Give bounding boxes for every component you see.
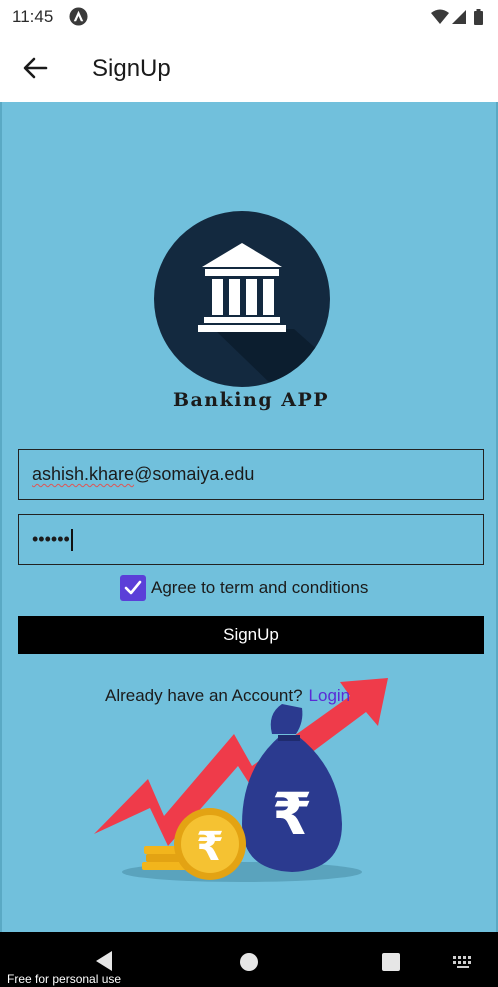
signup-content: Banking APP ashish.khare@somaiya.edu •••… xyxy=(0,102,498,932)
password-field[interactable]: •••••• xyxy=(18,514,484,565)
app-bar: SignUp xyxy=(0,34,498,103)
password-dots: •••••• xyxy=(32,529,70,549)
signal-icon xyxy=(452,10,466,24)
bank-logo-icon xyxy=(154,211,330,387)
email-value: ashish.khare@somaiya.edu xyxy=(32,464,254,485)
back-triangle-icon[interactable] xyxy=(94,950,114,972)
status-bar: 11:45 xyxy=(0,0,498,34)
svg-text:₹: ₹ xyxy=(196,824,224,870)
svg-text:₹: ₹ xyxy=(272,780,312,848)
email-value-domain: @somaiya.edu xyxy=(134,464,255,484)
status-time: 11:45 xyxy=(12,7,54,26)
keyboard-icon[interactable] xyxy=(452,955,474,969)
email-field[interactable]: ashish.khare@somaiya.edu xyxy=(18,449,484,500)
wifi-icon xyxy=(431,9,449,24)
text-caret xyxy=(70,529,73,552)
recents-square-icon[interactable] xyxy=(381,952,401,972)
checkmark-icon xyxy=(124,580,142,595)
app-notification-icon xyxy=(69,7,88,26)
home-circle-icon[interactable] xyxy=(239,952,259,972)
status-icons xyxy=(431,9,483,25)
rupee-coin-icon: ₹ xyxy=(174,808,246,880)
watermark-text: Free for personal use xyxy=(7,972,122,986)
login-link[interactable]: Login xyxy=(309,686,351,705)
battery-icon xyxy=(474,9,483,25)
account-prompt-text: Already have an Account? xyxy=(105,686,303,705)
password-value: •••••• xyxy=(32,529,73,552)
brand-name: Banking APP xyxy=(172,389,330,411)
back-arrow-icon[interactable] xyxy=(20,54,50,82)
agree-checkbox[interactable] xyxy=(120,575,146,601)
signup-button[interactable]: SignUp xyxy=(18,616,484,654)
page-title: SignUp xyxy=(92,55,171,82)
email-value-user: ashish.khare xyxy=(32,464,135,484)
agree-label[interactable]: Agree to term and conditions xyxy=(151,578,368,598)
account-prompt: Already have an Account? Login xyxy=(105,686,350,706)
